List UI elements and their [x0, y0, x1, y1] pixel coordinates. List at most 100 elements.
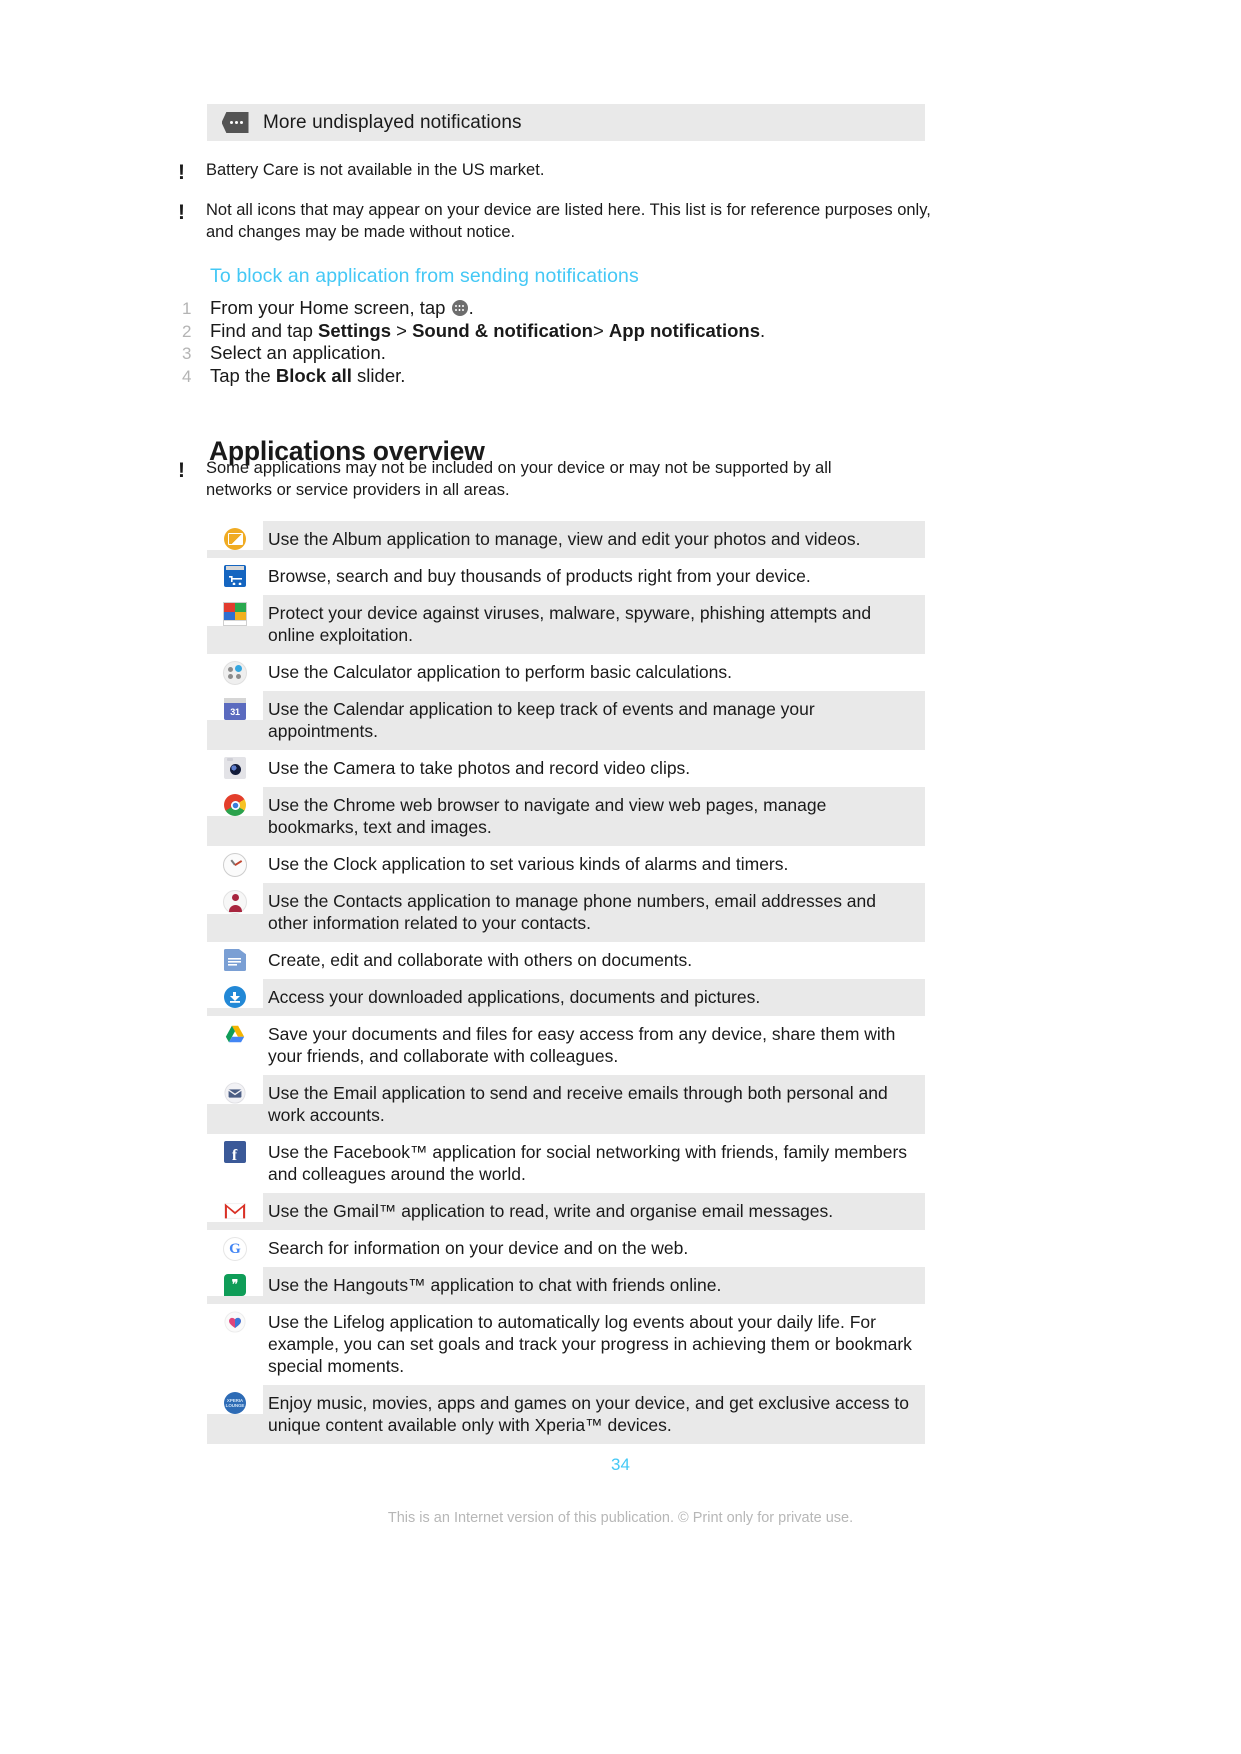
step-text: Tap the Block all slider. — [210, 365, 405, 387]
app-icon-cell — [207, 1075, 263, 1104]
calendar-icon: 31 — [224, 698, 246, 720]
app-description: Create, edit and collaborate with others… — [268, 950, 693, 970]
app-icon-cell — [207, 1304, 263, 1333]
step-number: 2 — [182, 321, 192, 341]
table-row: f Use the Facebook™ application for soci… — [207, 1134, 925, 1193]
warning-icon: ! — [178, 201, 185, 224]
note-applications-availability: ! Some applications may not be included … — [178, 458, 898, 502]
table-row: 31 Use the Calendar application to keep … — [207, 691, 925, 750]
task-heading: To block an application from sending not… — [210, 265, 639, 287]
xperia-lounge-label: XPERIA LOUNGE — [225, 1398, 245, 1408]
album-icon — [224, 528, 246, 550]
app-description: Use the Album application to manage, vie… — [268, 529, 861, 549]
table-row: Use the Clock application to set various… — [207, 846, 925, 883]
more-dots — [230, 121, 243, 124]
table-row: Use the Lifelog application to automatic… — [207, 1304, 925, 1385]
table-row: G Search for information on your device … — [207, 1230, 925, 1267]
app-description: Enjoy music, movies, apps and games on y… — [268, 1393, 910, 1435]
app-icon-cell — [207, 787, 263, 816]
app-description: Use the Chrome web browser to navigate a… — [268, 795, 827, 837]
app-description: Access your downloaded applications, doc… — [268, 987, 761, 1007]
step-number: 3 — [182, 344, 192, 364]
app-icon-cell — [207, 654, 263, 685]
email-icon — [224, 1082, 246, 1104]
gmail-icon — [224, 1203, 246, 1219]
table-row: Create, edit and collaborate with others… — [207, 942, 925, 979]
table-row: Use the Album application to manage, vie… — [207, 521, 925, 558]
downloads-icon — [224, 986, 246, 1008]
camera-icon — [224, 757, 246, 779]
table-row: Use the Gmail™ application to read, writ… — [207, 1193, 925, 1230]
app-icon-cell: G — [207, 1230, 263, 1261]
table-row: Access your downloaded applications, doc… — [207, 979, 925, 1016]
app-description: Use the Calculator application to perfor… — [268, 662, 732, 682]
google-icon: G — [223, 1237, 247, 1261]
app-icon-cell — [207, 942, 263, 971]
app-icon-cell — [207, 1016, 263, 1045]
app-icon-cell — [207, 846, 263, 877]
warning-icon: ! — [178, 161, 185, 184]
table-row: ❞ Use the Hangouts™ application to chat … — [207, 1267, 925, 1304]
step-text: Find and tap Settings > Sound & notifica… — [210, 320, 765, 342]
step-bold-sound-notification: Sound & notification — [412, 319, 593, 341]
footer-note: This is an Internet version of this publ… — [387, 1510, 854, 1526]
note-text: Battery Care is not available in the US … — [206, 161, 545, 179]
more-undisplayed-icon — [221, 112, 249, 133]
app-icon-cell — [207, 558, 263, 587]
clock-icon — [223, 853, 247, 877]
step-text-post: slider. — [351, 364, 406, 386]
drive-icon — [225, 1025, 245, 1043]
notification-icon-cell — [207, 112, 263, 133]
step-text-pre: Tap the — [210, 364, 276, 386]
step-text-post: . — [468, 297, 474, 318]
antivirus-icon — [223, 602, 247, 626]
step-number: 4 — [182, 366, 192, 386]
calculator-icon — [223, 661, 247, 685]
note-battery-care: ! Battery Care is not available in the U… — [178, 160, 958, 183]
task-step: 3 Select an application. — [182, 342, 942, 365]
app-description: Use the Contacts application to manage p… — [268, 891, 877, 933]
table-row: Use the Camera to take photos and record… — [207, 750, 925, 787]
task-step: 4 Tap the Block all slider. — [182, 365, 942, 388]
step-text: Select an application. — [210, 342, 386, 364]
lifelog-icon — [224, 1311, 246, 1333]
table-row: Use the Email application to send and re… — [207, 1075, 925, 1134]
table-row: XPERIA LOUNGE Enjoy music, movies, apps … — [207, 1385, 925, 1444]
google-letter: G — [229, 1240, 241, 1257]
table-row: Protect your device against viruses, mal… — [207, 595, 925, 654]
app-description: Use the Clock application to set various… — [268, 854, 789, 874]
table-row: Use the Calculator application to perfor… — [207, 654, 925, 691]
table-row: Save your documents and files for easy a… — [207, 1016, 925, 1075]
step-text-pre: Select an application. — [210, 342, 386, 364]
table-row: Use the Chrome web browser to navigate a… — [207, 787, 925, 846]
app-icon-cell — [207, 979, 263, 1008]
app-icon-cell — [207, 521, 263, 550]
applications-overview-table: Use the Album application to manage, vie… — [207, 521, 925, 1444]
note-text: Not all icons that may appear on your de… — [206, 201, 931, 241]
app-icon-cell — [207, 595, 263, 626]
facebook-letter: f — [231, 1147, 238, 1164]
contacts-icon — [223, 890, 247, 914]
task-step-list: 1 From your Home screen, tap . 2 Find an… — [182, 297, 942, 387]
facebook-icon: f — [224, 1141, 246, 1164]
warning-icon: ! — [178, 459, 185, 482]
step-bold-block-all: Block all — [275, 364, 352, 386]
document-page: More undisplayed notifications ! Battery… — [0, 0, 1241, 1754]
app-description: Use the Hangouts™ application to chat wi… — [268, 1275, 722, 1295]
page-number: 34 — [611, 1455, 630, 1474]
app-description: Save your documents and files for easy a… — [268, 1024, 896, 1066]
task-step: 2 Find and tap Settings > Sound & notifi… — [182, 320, 942, 343]
app-description: Use the Email application to send and re… — [268, 1083, 888, 1125]
step-bold-settings: Settings — [318, 319, 391, 341]
task-step: 1 From your Home screen, tap . — [182, 297, 942, 320]
app-icon-cell — [207, 883, 263, 914]
app-tray-icon — [451, 300, 468, 316]
step-text: From your Home screen, tap . — [210, 297, 474, 319]
app-icon-cell — [207, 750, 263, 779]
app-description: Protect your device against viruses, mal… — [268, 603, 872, 645]
app-description: Browse, search and buy thousands of prod… — [268, 566, 811, 586]
table-row: Use the Contacts application to manage p… — [207, 883, 925, 942]
step-text-pre: Find and tap — [210, 319, 318, 341]
app-description: Use the Lifelog application to automatic… — [268, 1312, 912, 1376]
step-text-sep1: > — [390, 319, 413, 341]
